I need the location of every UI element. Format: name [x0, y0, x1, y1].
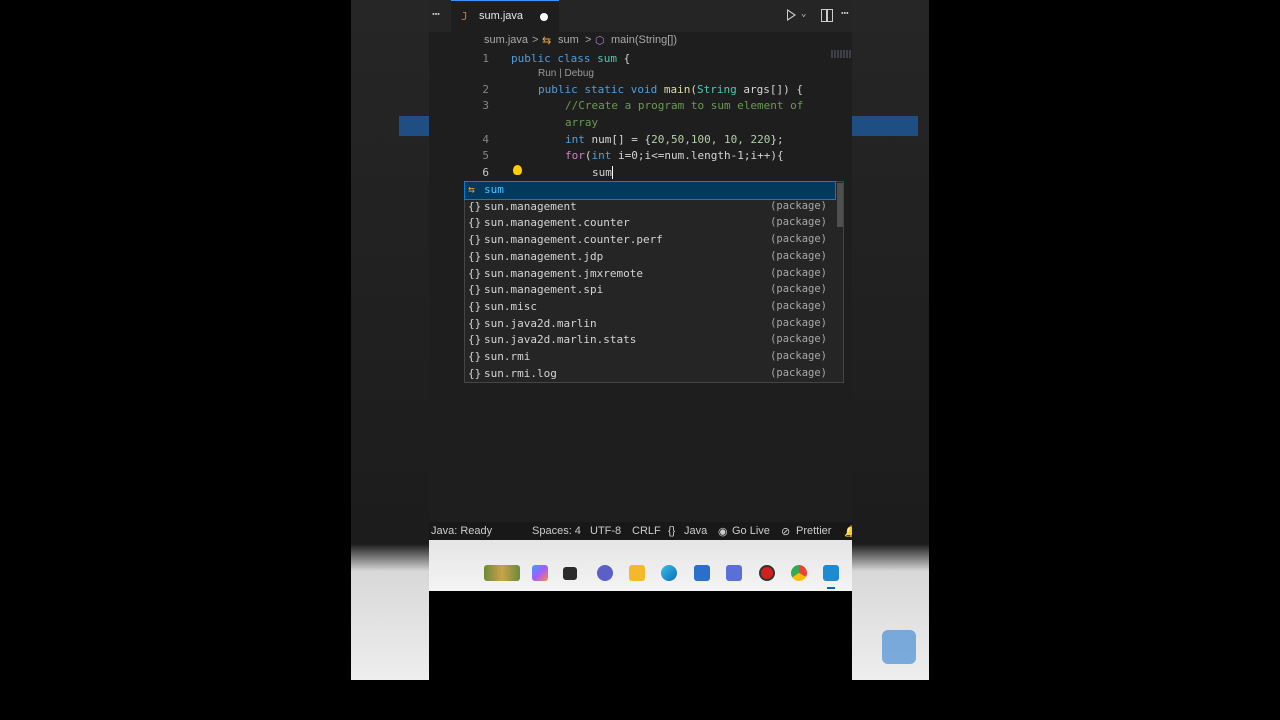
vscode-icon[interactable] [823, 565, 839, 581]
suggestion-item[interactable]: {} sun.rmi (package) [465, 349, 835, 366]
suggestion-item[interactable]: {} sun.java2d.marlin (package) [465, 316, 835, 333]
store-icon[interactable] [694, 565, 710, 581]
line-number: 3 [482, 99, 489, 112]
suggestion-scrollbar[interactable] [837, 183, 843, 227]
breadcrumb-class[interactable]: sum [558, 34, 579, 46]
package-icon: {} [468, 249, 482, 263]
line-number: 1 [482, 52, 489, 65]
breadcrumb-method[interactable]: main(String[]) [611, 34, 677, 46]
method-icon: ⬡ [595, 35, 605, 47]
copilot-icon[interactable] [532, 565, 548, 581]
status-language[interactable]: Java [684, 525, 707, 537]
package-icon: {} [468, 299, 482, 313]
package-icon: {} [468, 199, 482, 213]
code-line-4[interactable]: int num[] = {20,50,100, 10, 220}; [565, 133, 784, 146]
suggestion-item[interactable]: {} sun.management.jdp (package) [465, 249, 835, 266]
breadcrumb: sum.java > ⇆ sum > ⬡ main(String[]) [429, 33, 852, 51]
suggestion-item[interactable]: {} sun.rmi.log (package) [465, 366, 835, 383]
edge-icon[interactable] [661, 565, 677, 581]
codelens-run-debug[interactable]: Run | Debug [538, 68, 594, 79]
suggestion-item[interactable]: {} sun.management.counter (package) [465, 215, 835, 232]
widgets-icon[interactable] [484, 565, 520, 581]
blurred-background-left [351, 0, 429, 680]
suggestion-item[interactable]: {} sun.management (package) [465, 199, 835, 216]
line-number: 4 [482, 133, 489, 146]
status-prettier[interactable]: Prettier [796, 525, 831, 537]
package-icon: {} [468, 283, 482, 297]
more-actions-icon[interactable]: ⋯ [841, 6, 849, 21]
java-file-icon: J [461, 10, 468, 23]
suggestion-item[interactable]: {} sun.management.spi (package) [465, 282, 835, 299]
breadcrumb-sep: > [585, 34, 592, 46]
line-number: 2 [482, 83, 489, 96]
chrome-icon[interactable] [791, 565, 807, 581]
minimap[interactable] [831, 50, 851, 58]
status-eol[interactable]: CRLF [632, 525, 661, 537]
blurred-background-right [852, 0, 929, 680]
line-number: 5 [482, 149, 489, 162]
package-icon: {} [468, 266, 482, 280]
run-dropdown-icon[interactable]: ⌄ [801, 9, 806, 19]
code-line-1[interactable]: public class sum { [511, 52, 630, 65]
visual-studio-icon[interactable] [726, 565, 742, 581]
teams-icon[interactable] [597, 565, 613, 581]
status-encoding[interactable]: UTF-8 [590, 525, 621, 537]
suggestion-item[interactable]: {} sun.java2d.marlin.stats (package) [465, 332, 835, 349]
suggestion-item[interactable]: {} sun.management.counter.perf (package) [465, 232, 835, 249]
active-app-indicator [827, 587, 835, 589]
code-line-6[interactable]: sum [592, 166, 612, 179]
run-icon[interactable] [787, 9, 796, 21]
blurred-highlight [852, 116, 918, 136]
blurred-highlight [399, 116, 429, 136]
package-icon: {} [468, 333, 482, 347]
breadcrumb-sep: > [532, 34, 539, 46]
tab-bar: ⋯ J sum.java ⌄ ⋯ [429, 0, 852, 32]
package-icon: {} [468, 216, 482, 230]
suggestion-item[interactable]: ⇆ sum [464, 181, 836, 200]
status-spaces[interactable]: Spaces: 4 [532, 525, 581, 537]
status-go-live[interactable]: Go Live [732, 525, 770, 537]
lightbulb-icon[interactable] [513, 165, 522, 175]
package-icon: {} [468, 350, 482, 363]
status-bar: Java: Ready Spaces: 4 UTF-8 CRLF {} Java… [429, 522, 852, 540]
text-cursor [612, 166, 613, 179]
record-icon[interactable] [759, 565, 775, 581]
file-explorer-icon[interactable] [629, 565, 645, 581]
class-icon: ⇆ [468, 183, 475, 196]
tab-sum-java[interactable]: J sum.java [451, 0, 559, 32]
code-line-3-wrap[interactable]: array [565, 116, 598, 129]
package-icon: {} [468, 366, 482, 380]
braces-icon: {} [668, 525, 676, 537]
tab-filename: sum.java [479, 10, 524, 22]
tabs-more-icon[interactable]: ⋯ [429, 7, 443, 22]
autocomplete-list[interactable]: ⇆ sum {} sun.management (package) {} sun.man… [464, 181, 844, 383]
package-icon: {} [468, 316, 482, 330]
unsaved-dot-icon[interactable] [540, 13, 548, 21]
class-icon: ⇆ [542, 35, 552, 47]
line-number: 6 [482, 166, 489, 179]
bell-icon[interactable]: 🔔 [844, 525, 852, 538]
broadcast-icon: ◉ [718, 526, 728, 538]
prohibited-icon: ⊘ [781, 526, 791, 538]
code-line-5[interactable]: for(int i=0;i<=num.length-1;i++){ [565, 149, 784, 162]
split-editor-icon[interactable] [821, 9, 833, 22]
breadcrumb-file[interactable]: sum.java [484, 34, 528, 46]
code-line-3[interactable]: //Create a program to sum element of [565, 99, 803, 112]
windows-taskbar [429, 540, 852, 591]
suggestion-item[interactable]: {} sun.misc (package) [465, 299, 835, 316]
code-line-2[interactable]: public static void main(String args[]) { [538, 83, 803, 96]
blurred-vscode-icon [882, 630, 916, 664]
suggestion-item[interactable]: {} sun.management.jmxremote (package) [465, 266, 835, 283]
package-icon: {} [468, 233, 482, 247]
terminal-icon[interactable] [563, 567, 577, 580]
status-java-ready[interactable]: Java: Ready [431, 525, 492, 537]
vscode-window: ⋯ J sum.java ⌄ ⋯ sum.java > ⇆ sum > ⬡ ma… [429, 0, 852, 591]
